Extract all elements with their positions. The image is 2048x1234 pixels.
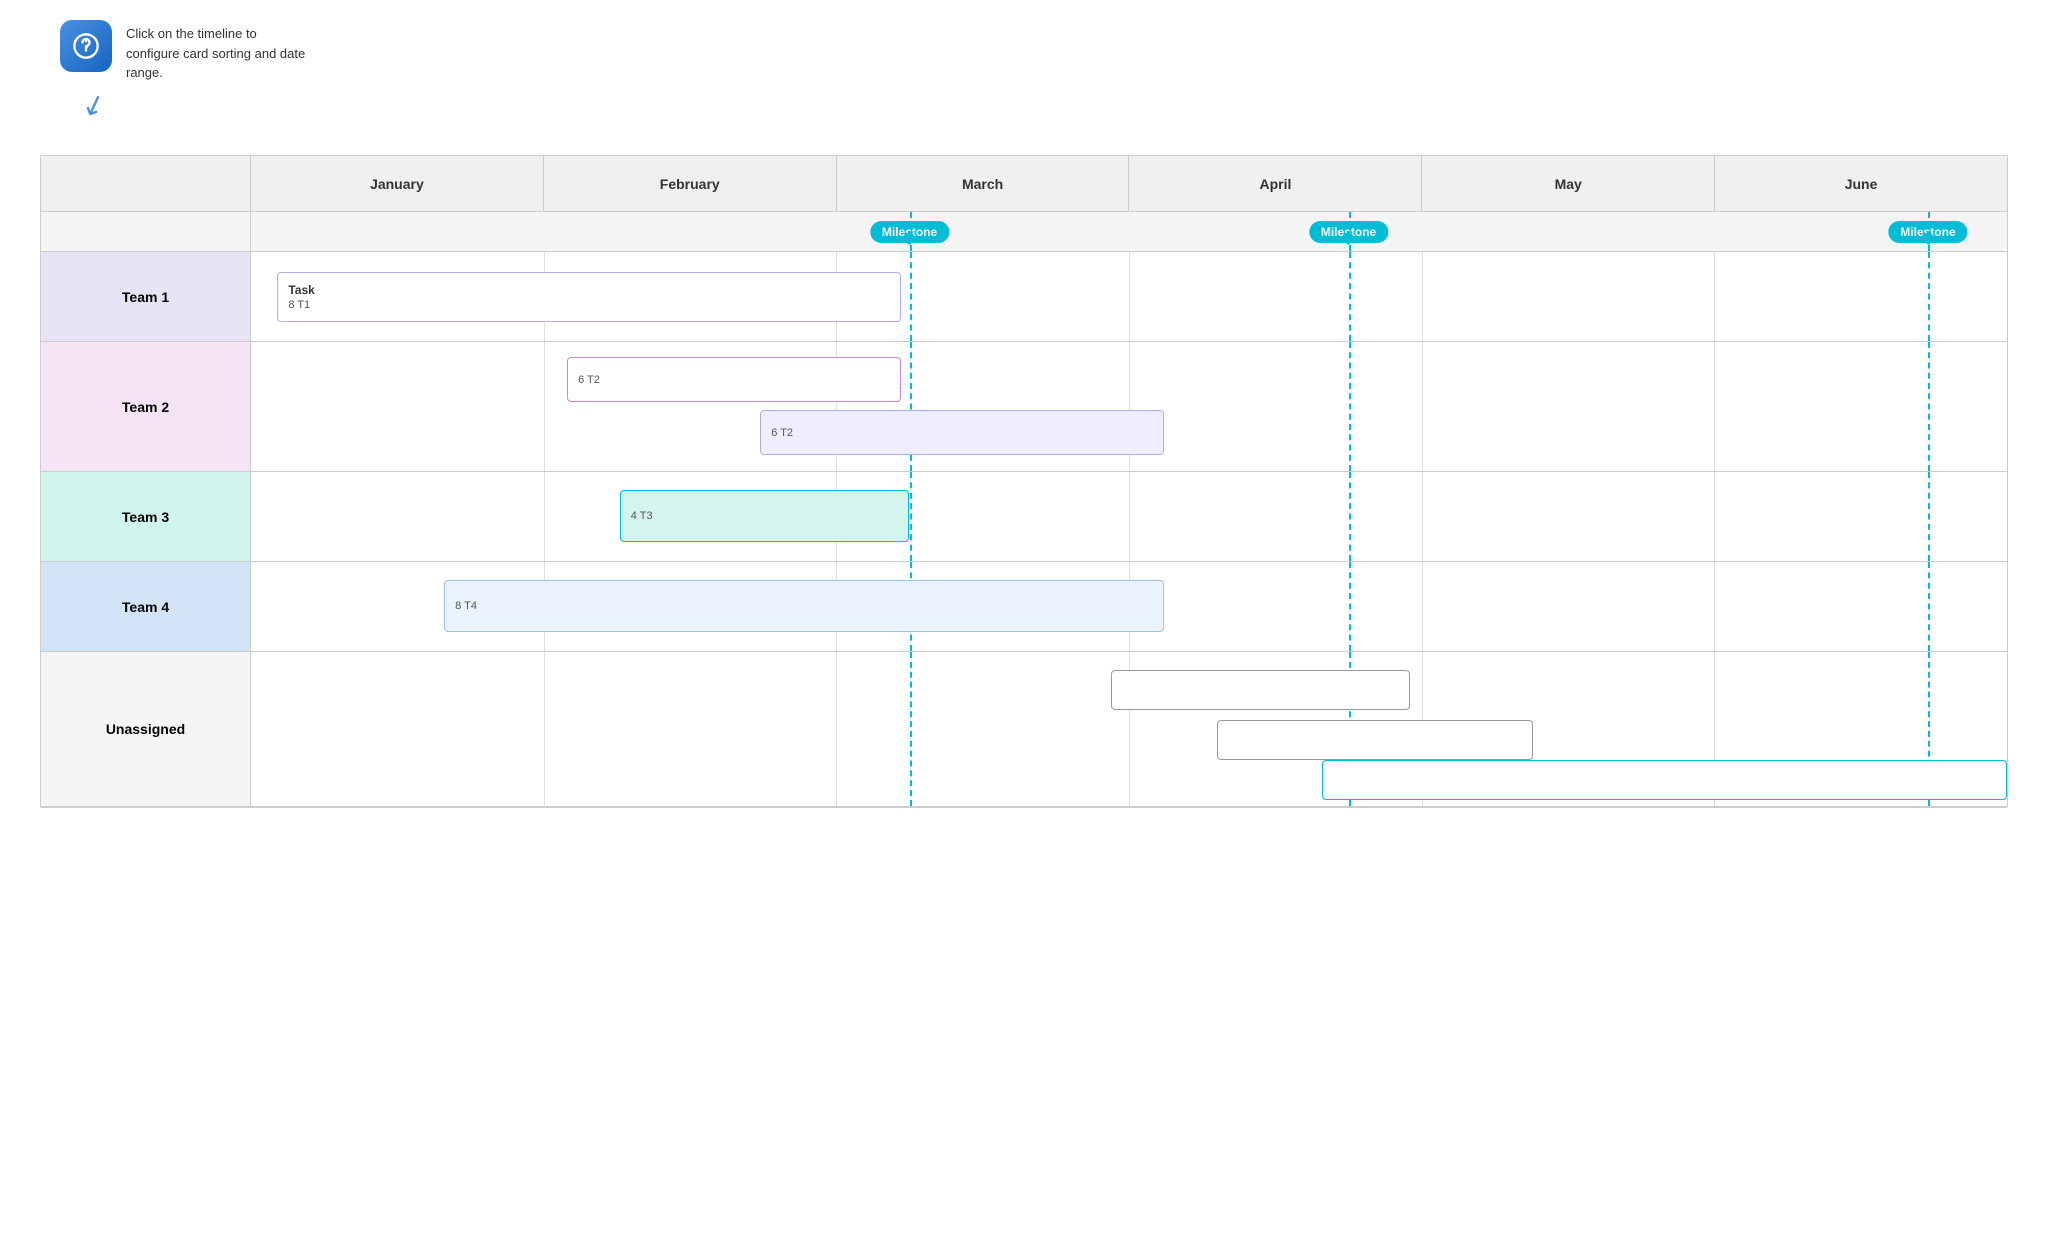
timeline-area[interactable]: JanuaryFebruaryMarchAprilMayJune Milesto… (251, 156, 2007, 807)
milestone-line (910, 252, 912, 341)
grid-line (1422, 472, 1423, 561)
task-bar-u1[interactable] (1111, 670, 1410, 710)
task-bar-u3[interactable] (1322, 760, 2007, 800)
milestone-label-spacer (41, 212, 250, 252)
row-label-team3: Team 3 (41, 472, 250, 562)
team-row-team1: Task 8 T1 (251, 252, 2007, 342)
milestone-diamond (1921, 230, 1935, 244)
task-meta: 6 T2 (771, 427, 793, 439)
milestone-diamond (1341, 230, 1355, 244)
row-label-team4: Team 4 (41, 562, 250, 652)
milestone-badge-2[interactable]: Milestone (1888, 221, 1967, 243)
month-headers: JanuaryFebruaryMarchAprilMayJune (251, 156, 2007, 212)
gantt-chart: Team 1Team 2Team 3Team 4Unassigned Janua… (40, 155, 2008, 808)
task-meta: 4 T3 (631, 510, 653, 522)
task-bar-t3-1[interactable]: 4 T3 (620, 490, 910, 542)
task-bar-t4-1[interactable]: 8 T4 (444, 580, 1164, 632)
team-row-unassigned (251, 652, 2007, 807)
team-row-team3: 4 T3 (251, 472, 2007, 562)
team-row-team4: 8 T4 (251, 562, 2007, 652)
task-label-t4-1: 8 T4 (455, 600, 477, 612)
task-meta: 8 T4 (455, 600, 477, 612)
milestone-line (1928, 562, 1930, 651)
task-label-t2-1: 6 T2 (578, 374, 600, 386)
milestone-badge-0[interactable]: Milestone (870, 221, 949, 243)
milestone-row: Milestone Milestone Milestone (251, 212, 2007, 252)
grid-line (544, 342, 545, 471)
month-header-march: March (837, 156, 1130, 211)
grid-line (544, 472, 545, 561)
month-header-january: January (251, 156, 544, 211)
grid-line (1422, 342, 1423, 471)
month-header-june: June (1715, 156, 2007, 211)
milestone-line (1349, 472, 1351, 561)
row-labels: Team 1Team 2Team 3Team 4Unassigned (41, 156, 251, 807)
task-meta: 6 T2 (578, 374, 600, 386)
grid-line (1129, 252, 1130, 341)
row-label-team2: Team 2 (41, 342, 250, 472)
grid-line (836, 652, 837, 806)
milestone-line (1928, 472, 1930, 561)
grid-line (1714, 562, 1715, 651)
milestone-line (1928, 252, 1930, 341)
header-label-spacer (41, 156, 250, 212)
grid-line (1714, 252, 1715, 341)
grid-line (544, 652, 545, 806)
task-bar-u2[interactable] (1217, 720, 1533, 760)
task-label-t1-1: Task 8 T1 (288, 283, 314, 311)
row-label-team1: Team 1 (41, 252, 250, 342)
task-bar-t2-1[interactable]: 6 T2 (567, 357, 901, 402)
month-header-february: February (544, 156, 837, 211)
task-label-t2-2: 6 T2 (771, 427, 793, 439)
milestone-diamond (902, 230, 916, 244)
grid-line (1714, 342, 1715, 471)
grid-line (1714, 472, 1715, 561)
arrow-icon: ↙ (77, 85, 110, 124)
month-header-may: May (1422, 156, 1715, 211)
tooltip-box: Click on the timeline to configure card … (60, 20, 306, 83)
task-title: Task (288, 283, 314, 297)
grid-line (1129, 472, 1130, 561)
task-meta: 8 T1 (288, 299, 314, 311)
gantt-container: Team 1Team 2Team 3Team 4Unassigned Janua… (40, 155, 2008, 808)
tooltip-icon (60, 20, 112, 72)
tooltip-text: Click on the timeline to configure card … (126, 20, 306, 83)
milestone-badge-1[interactable]: Milestone (1309, 221, 1388, 243)
milestone-line (1349, 342, 1351, 471)
grid-line (1422, 562, 1423, 651)
milestone-line (1349, 252, 1351, 341)
milestone-line (1349, 562, 1351, 651)
milestone-line (1928, 342, 1930, 471)
row-label-unassigned: Unassigned (41, 652, 250, 807)
task-bar-t1-1[interactable]: Task 8 T1 (277, 272, 900, 322)
month-header-april: April (1129, 156, 1422, 211)
milestone-line (910, 652, 912, 806)
milestone-line (910, 472, 912, 561)
task-label-t3-1: 4 T3 (631, 510, 653, 522)
task-bar-t2-2[interactable]: 6 T2 (760, 410, 1164, 455)
grid-line (1422, 252, 1423, 341)
team-row-team2: 6 T2 6 T2 (251, 342, 2007, 472)
